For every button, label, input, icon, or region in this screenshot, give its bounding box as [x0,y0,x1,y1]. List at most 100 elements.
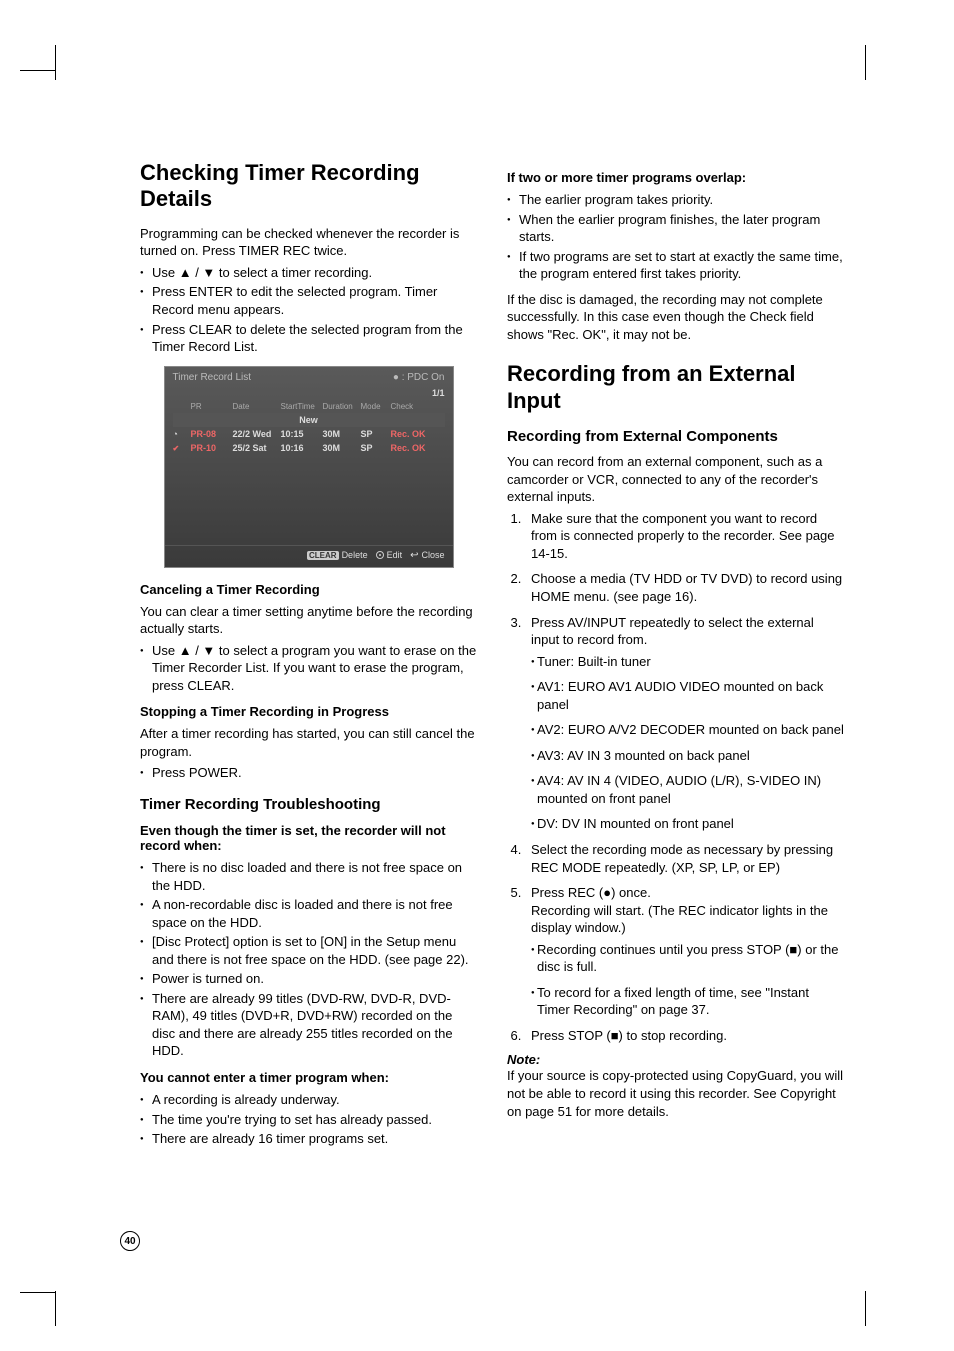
heading-external-input: Recording from an External Input [507,361,844,414]
footer-edit: Edit [387,550,403,560]
page-number: 40 [120,1231,140,1251]
crop-mark [55,1291,56,1326]
trouble-sub1: Even though the timer is set, the record… [140,823,477,853]
list-item: Press ENTER to edit the selected program… [140,283,477,318]
trouble-list-1: There is no disc loaded and there is not… [140,859,477,1060]
dot-icon [376,551,384,559]
list-item: When the earlier program finishes, the l… [507,211,844,246]
osd-title: Timer Record List [173,372,252,383]
list-item: There are already 99 titles (DVD-RW, DVD… [140,990,477,1060]
list-item: If two programs are set to start at exac… [507,248,844,283]
col-start: StartTime [281,402,323,411]
list-item: Press POWER. [140,764,477,782]
osd-footer: CLEAR Delete Edit Close [165,545,453,567]
col-mode: Mode [361,402,391,411]
left-column: Checking Timer Recording Details Program… [140,160,477,1156]
step-text: Press REC (●) once. Recording will start… [531,885,828,935]
osd-column-headers: PR Date StartTime Duration Mode Check [165,400,453,413]
external-intro: You can record from an external componen… [507,453,844,506]
row-mode: SP [361,429,391,439]
osd-page: 1/1 [432,388,445,398]
osd-new-row: New [173,413,445,427]
heading-external-components: Recording from External Components [507,428,844,445]
step-item: Select the recording mode as necessary b… [525,841,844,876]
footer-close: Close [421,550,444,560]
cancel-paragraph: You can clear a timer setting anytime be… [140,603,477,638]
row-check: Rec. OK [391,443,439,453]
row-pr: PR-08 [191,429,233,439]
list-item: AV3: AV IN 3 mounted on back panel [531,747,844,765]
crop-mark [20,70,55,71]
col-pr: PR [191,402,233,411]
list-item: DV: DV IN mounted on front panel [531,815,844,833]
heading-troubleshooting: Timer Recording Troubleshooting [140,796,477,813]
intro-paragraph: Programming can be checked whenever the … [140,225,477,260]
list-item: AV2: EURO A/V2 DECODER mounted on back p… [531,721,844,739]
row-pr: PR-10 [191,443,233,453]
rec-sub-list: Recording continues until you press STOP… [531,941,844,1019]
timer-record-list-osd: Timer Record List ● : PDC On 1/1 PR Date… [164,366,454,568]
osd-row: PR-10 25/2 Sat 10:16 30M SP Rec. OK [165,441,453,455]
list-item: To record for a fixed length of time, se… [531,984,844,1019]
col-check: Check [391,402,439,411]
stop-list: Press POWER. [140,764,477,782]
row-date: 25/2 Sat [233,443,281,453]
overlap-list: The earlier program takes priority. When… [507,191,844,283]
col-duration: Duration [323,402,361,411]
list-item: Power is turned on. [140,970,477,988]
col-date: Date [233,402,281,411]
step-item: Choose a media (TV HDD or TV DVD) to rec… [525,570,844,605]
check-icon [173,443,191,453]
list-item: Use ▲ / ▼ to select a timer recording. [140,264,477,282]
crop-mark [865,1291,866,1326]
crop-mark [865,45,866,80]
page-content: Checking Timer Recording Details Program… [140,160,844,1156]
step-item: Press REC (●) once. Recording will start… [525,884,844,1019]
row-date: 22/2 Wed [233,429,281,439]
list-item: [Disc Protect] option is set to [ON] in … [140,933,477,968]
list-item: Recording continues until you press STOP… [531,941,844,976]
note-label: Note: [507,1052,844,1067]
list-item: A recording is already underway. [140,1091,477,1109]
clock-icon [173,429,191,439]
list-item: Press CLEAR to delete the selected progr… [140,321,477,356]
trouble-sub2: You cannot enter a timer program when: [140,1070,477,1085]
list-item: AV4: AV IN 4 (VIDEO, AUDIO (L/R), S-VIDE… [531,772,844,807]
heading-overlap: If two or more timer programs overlap: [507,170,844,185]
list-item: The earlier program takes priority. [507,191,844,209]
list-item: There is no disc loaded and there is not… [140,859,477,894]
step-item: Press STOP (■) to stop recording. [525,1027,844,1045]
row-dur: 30M [323,429,361,439]
row-dur: 30M [323,443,361,453]
list-item: Use ▲ / ▼ to select a program you want t… [140,642,477,695]
external-steps: Make sure that the component you want to… [507,510,844,1045]
clear-badge: CLEAR [307,551,339,560]
row-start: 10:15 [281,429,323,439]
damaged-paragraph: If the disc is damaged, the recording ma… [507,291,844,344]
list-item: Tuner: Built-in tuner [531,653,844,671]
osd-pdc: ● : PDC On [393,372,445,383]
list-item: There are already 16 timer programs set. [140,1130,477,1148]
note-paragraph: If your source is copy-protected using C… [507,1067,844,1120]
right-column: If two or more timer programs overlap: T… [507,160,844,1156]
heading-stopping: Stopping a Timer Recording in Progress [140,704,477,719]
list-item: A non-recordable disc is loaded and ther… [140,896,477,931]
list-item: AV1: EURO AV1 AUDIO VIDEO mounted on bac… [531,678,844,713]
crop-mark [55,45,56,80]
trouble-list-2: A recording is already underway. The tim… [140,1091,477,1148]
heading-canceling: Canceling a Timer Recording [140,582,477,597]
step-item: Make sure that the component you want to… [525,510,844,563]
intro-list: Use ▲ / ▼ to select a timer recording. P… [140,264,477,356]
return-icon [410,550,418,561]
list-item: The time you're trying to set has alread… [140,1111,477,1129]
row-mode: SP [361,443,391,453]
crop-mark [20,1292,55,1293]
input-sub-list: Tuner: Built-in tuner AV1: EURO AV1 AUDI… [531,653,844,833]
stop-paragraph: After a timer recording has started, you… [140,725,477,760]
heading-checking-timer: Checking Timer Recording Details [140,160,477,213]
row-check: Rec. OK [391,429,439,439]
cancel-list: Use ▲ / ▼ to select a program you want t… [140,642,477,695]
footer-delete: Delete [342,550,368,560]
step-item: Press AV/INPUT repeatedly to select the … [525,614,844,833]
row-start: 10:16 [281,443,323,453]
